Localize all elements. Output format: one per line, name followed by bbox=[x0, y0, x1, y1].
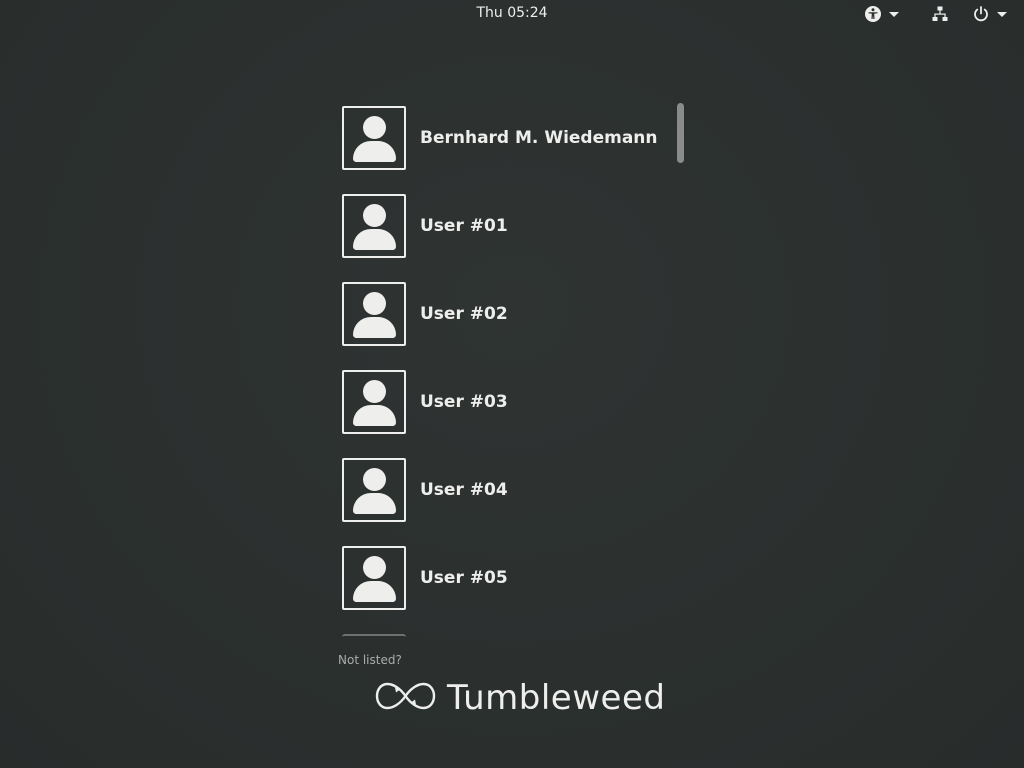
distro-branding: Tumbleweed bbox=[375, 676, 665, 720]
power-menu[interactable] bbox=[972, 4, 1007, 24]
network-wired-icon bbox=[931, 5, 949, 23]
user-list-scrollbar[interactable] bbox=[677, 103, 684, 163]
network-status[interactable] bbox=[931, 4, 949, 24]
user-list[interactable]: Bernhard M. Wiedemann User #01 User #02 … bbox=[342, 104, 688, 637]
tumbleweed-logo-icon bbox=[375, 680, 436, 716]
user-avatar-icon bbox=[342, 546, 406, 610]
not-listed-button[interactable]: Not listed? bbox=[338, 653, 402, 667]
user-list-item[interactable]: Bernhard M. Wiedemann bbox=[342, 106, 672, 170]
user-avatar-icon bbox=[342, 458, 406, 522]
user-avatar-icon bbox=[342, 106, 406, 170]
accessibility-menu[interactable] bbox=[864, 4, 899, 24]
chevron-down-icon bbox=[889, 11, 899, 17]
distro-name: Tumbleweed bbox=[447, 678, 666, 718]
top-bar: Thu 05:24 bbox=[0, 0, 1024, 27]
user-avatar-icon bbox=[342, 194, 406, 258]
user-list-item[interactable]: User #02 bbox=[342, 282, 672, 346]
chevron-down-icon bbox=[997, 11, 1007, 17]
user-name: User #02 bbox=[420, 304, 508, 324]
user-name: User #03 bbox=[420, 392, 508, 412]
user-list-item[interactable]: User #01 bbox=[342, 194, 672, 258]
user-avatar-icon bbox=[342, 370, 406, 434]
user-list-item[interactable]: User #05 bbox=[342, 546, 672, 610]
accessibility-icon bbox=[864, 5, 882, 23]
user-name: User #05 bbox=[420, 568, 508, 588]
user-list-item[interactable]: User #04 bbox=[342, 458, 672, 522]
user-avatar-icon bbox=[342, 282, 406, 346]
power-icon bbox=[972, 5, 990, 23]
user-name: User #04 bbox=[420, 480, 508, 500]
next-user-avatar-edge bbox=[342, 634, 406, 637]
user-name: Bernhard M. Wiedemann bbox=[420, 128, 658, 148]
user-list-item[interactable]: User #03 bbox=[342, 370, 672, 434]
user-name: User #01 bbox=[420, 216, 508, 236]
